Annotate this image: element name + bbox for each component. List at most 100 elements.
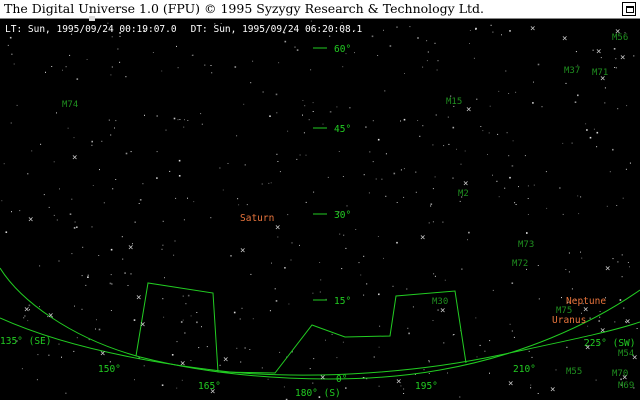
messier-label[interactable]: M37 (564, 66, 580, 76)
star-dot (138, 203, 140, 204)
star-dot (530, 384, 532, 386)
planet-label-uranus[interactable]: Uranus (552, 315, 586, 326)
star-dot (53, 161, 55, 163)
star-dot (237, 198, 239, 200)
star-dot (125, 152, 128, 155)
dynamic-time: DT: Sun, 1995/09/24 06:20:08.1 (190, 24, 363, 35)
star-dot (404, 73, 405, 74)
star-dot (91, 144, 93, 146)
messier-label[interactable]: M72 (512, 259, 528, 269)
star-dot (284, 267, 286, 269)
star-dot (291, 242, 293, 244)
star-dot (538, 298, 540, 300)
messier-label[interactable]: M2 (458, 189, 469, 199)
star-dot (396, 202, 398, 203)
star-dot (432, 188, 434, 190)
star-dot (165, 129, 167, 131)
star-dot (403, 393, 405, 394)
azimuth-label-135: 135° (SE) (0, 336, 51, 347)
star-dot (305, 154, 307, 156)
star-dot (125, 76, 127, 78)
star-dot (267, 378, 269, 380)
star-dot (426, 40, 428, 42)
star-dot (331, 333, 333, 335)
sky-view[interactable]: 60° 45° 30° 15° 0° 135° (SE) 150° 165° 1… (0, 0, 640, 400)
star-dot (341, 22, 343, 24)
star-dot (430, 203, 433, 205)
star-dot (69, 54, 71, 56)
star-dot (373, 356, 375, 358)
star-marker: × (596, 47, 601, 57)
star-dot (184, 119, 185, 121)
star-dot (469, 30, 471, 31)
star-dot (299, 154, 301, 156)
star-dot (428, 360, 430, 362)
planet-label-saturn[interactable]: Saturn (240, 213, 274, 224)
star-dot (278, 62, 280, 64)
star-dot (162, 220, 164, 222)
star-dot (59, 188, 60, 190)
star-dot (508, 155, 510, 157)
star-dot (355, 229, 357, 230)
star-dot (419, 135, 421, 137)
star-dot (453, 334, 455, 335)
star-dot (320, 279, 322, 281)
star-dot (130, 273, 132, 275)
star-dot (434, 176, 436, 178)
star-dot (363, 174, 365, 176)
star-dot (177, 119, 179, 121)
horizon-curve (0, 267, 640, 380)
messier-label[interactable]: M15 (446, 97, 462, 107)
star-dot (437, 60, 439, 62)
star-dot (403, 168, 405, 170)
star-dot (85, 284, 87, 286)
star-dot (533, 81, 534, 83)
star-dot (109, 361, 111, 363)
star-dot (545, 171, 547, 173)
star-dot (117, 48, 119, 50)
star-dot (432, 320, 434, 321)
star-dot (133, 319, 136, 321)
star-dot (537, 265, 539, 266)
messier-label[interactable]: M74 (62, 100, 78, 110)
altitude-label-60: 60° (334, 44, 351, 55)
star-marker: × (600, 326, 605, 336)
star-marker: × (180, 359, 185, 369)
star-dot (533, 184, 535, 186)
star-dot (73, 350, 75, 352)
star-dot (615, 58, 617, 60)
star-dot (428, 373, 430, 374)
star-dot (222, 189, 224, 191)
messier-label[interactable]: M55 (566, 367, 582, 377)
star-dot (299, 244, 300, 246)
star-dot (112, 188, 114, 190)
star-dot (179, 119, 181, 120)
star-dot (561, 297, 562, 299)
star-dot (23, 317, 25, 319)
altitude-label-0: 0° (336, 374, 347, 385)
star-dot (210, 65, 212, 66)
star-dot (134, 379, 135, 381)
star-dot (599, 311, 601, 312)
star-dot (181, 379, 183, 381)
star-dot (616, 205, 618, 206)
star-dot (233, 311, 236, 314)
star-dot (586, 129, 588, 131)
messier-label[interactable]: M73 (518, 240, 534, 250)
star-dot (69, 213, 72, 215)
star-dot (53, 214, 55, 216)
star-dot (528, 350, 530, 352)
star-dot (392, 285, 394, 287)
star-dot (489, 372, 490, 374)
star-dot (372, 120, 374, 122)
star-marker: × (24, 305, 29, 315)
star-dot (193, 201, 195, 203)
star-dot (385, 153, 387, 155)
star-dot (206, 346, 208, 348)
star-dot (1, 200, 3, 202)
star-dot (236, 347, 238, 349)
star-dot (61, 356, 62, 358)
star-dot (501, 34, 502, 36)
star-marker: × (466, 105, 471, 115)
star-marker: × (562, 34, 567, 44)
